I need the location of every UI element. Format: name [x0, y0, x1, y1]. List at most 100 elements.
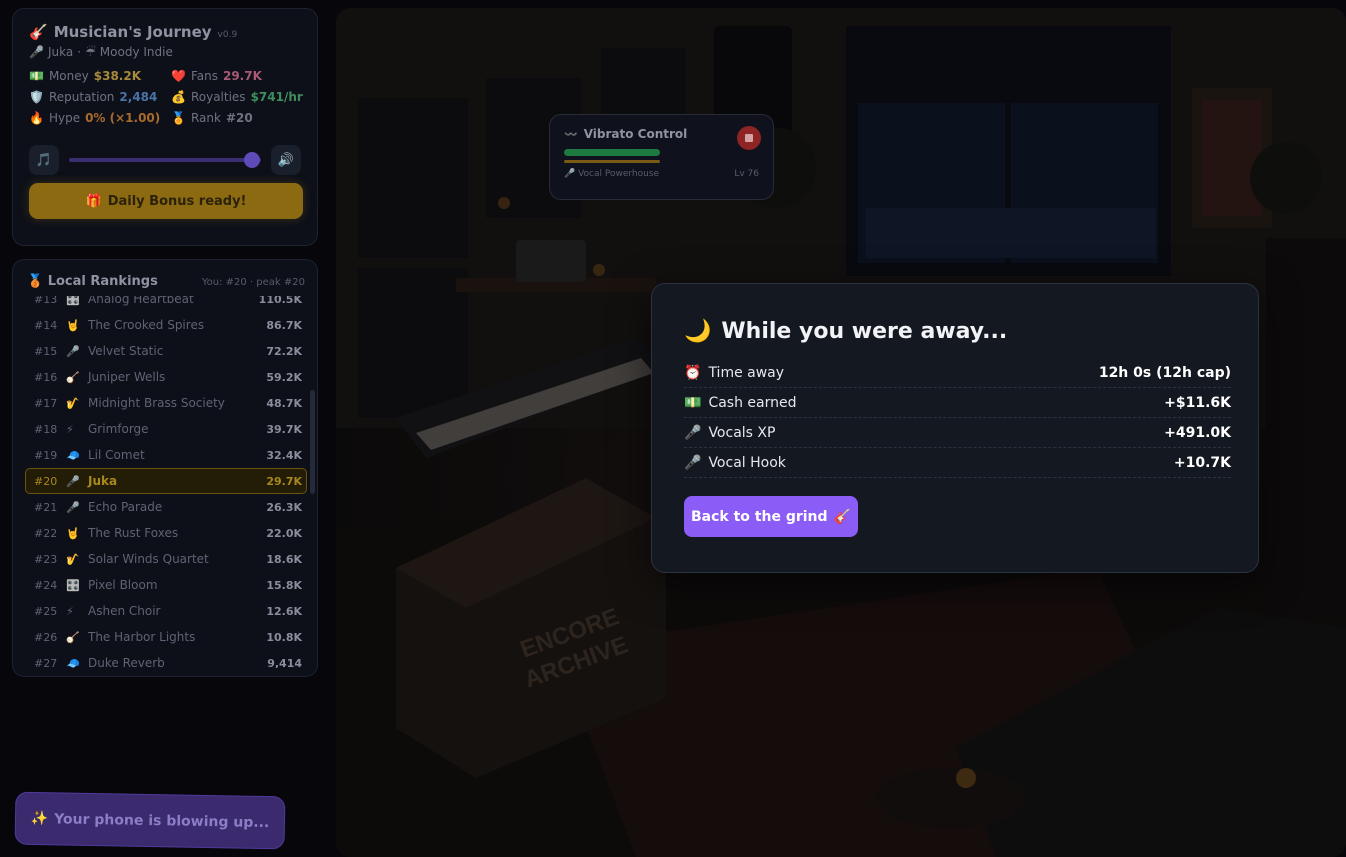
stat-fans: ❤️ Fans 29.7K: [171, 69, 311, 83]
ranking-row[interactable]: #17 🎷 Midnight Brass Society 48.7K: [25, 390, 307, 416]
ranking-position: #17: [34, 396, 58, 410]
music-toggle-button[interactable]: 🎵: [29, 145, 59, 175]
ranking-artist-name: Analog Heartbeat: [88, 296, 194, 306]
ranking-fans: 18.6K: [266, 552, 302, 566]
moon-icon: 🌙: [684, 318, 712, 344]
modal-title: 🌙 While you were away...: [684, 314, 1228, 348]
skill-level: Lv 76: [734, 169, 759, 179]
ranking-position: #19: [34, 448, 58, 462]
ranking-fans: 86.7K: [266, 318, 302, 332]
stat-value: $38.2K: [93, 69, 142, 83]
ranking-row[interactable]: #13 🎛️ Analog Heartbeat 110.5K: [25, 296, 307, 312]
rankings-list-inner: #13 🎛️ Analog Heartbeat 110.5K #14 🤘 The Crook…: [25, 296, 307, 668]
ranking-fans: 22.0K: [266, 526, 302, 540]
stat-value: 29.7K: [222, 69, 262, 83]
summary-value: 12h 0s (12h cap): [1098, 364, 1231, 381]
cash-icon: 💵: [684, 394, 702, 411]
ranking-artist-name: Solar Winds Quartet: [88, 552, 209, 566]
modal-title-text: While you were away...: [721, 318, 1008, 344]
ranking-position: #24: [34, 578, 58, 592]
artist-genre-icon: 🎷: [66, 396, 80, 410]
stat-money: 💵 Money $38.2K: [29, 69, 171, 83]
ranking-row[interactable]: #24 🎛️ Pixel Bloom 15.8K: [25, 572, 307, 598]
ranking-position: #13: [34, 296, 58, 306]
ranking-row[interactable]: #23 🎷 Solar Winds Quartet 18.6K: [25, 546, 307, 572]
daily-bonus-button[interactable]: 🎁 Daily Bonus ready!: [29, 183, 303, 219]
artist-genre-icon: 🎷: [66, 552, 80, 566]
ranking-row[interactable]: #14 🤘 The Crooked Spires 86.7K: [25, 312, 307, 338]
phone-notification-button[interactable]: ✨ Your phone is blowing up...: [14, 791, 286, 850]
ranking-row[interactable]: #15 🎤 Velvet Static 72.2K: [25, 338, 307, 364]
ranking-row[interactable]: #25 ⚡ Ashen Choir 12.6K: [25, 598, 307, 624]
version-label: v0.9: [217, 30, 238, 40]
mute-button[interactable]: 🔊: [271, 145, 301, 175]
ranking-row[interactable]: #27 🧢 Duke Reverb 9,414: [25, 650, 307, 668]
stop-training-button[interactable]: [737, 126, 761, 150]
fire-icon: 🔥: [29, 111, 44, 125]
guitar-icon: 🎸: [833, 508, 851, 525]
stat-reputation: 🛡️ Reputation 2,484: [29, 90, 171, 104]
medal-icon: 🏅: [171, 111, 186, 125]
status-panel: 🎸 Musician's Journey v0.9 🎤 Juka · ☔ Moo…: [12, 8, 318, 246]
artist-genre-icon: ⚡: [66, 604, 74, 618]
ranking-position: #21: [34, 500, 58, 514]
stat-label: Reputation: [48, 90, 115, 104]
ranking-artist-name: The Rust Foxes: [88, 526, 179, 540]
wave-icon: 〰️: [564, 127, 578, 141]
stat-label: Hype: [48, 111, 81, 125]
rankings-title-text: Local Rankings: [47, 274, 158, 289]
shield-icon: 🛡️: [29, 90, 44, 104]
stat-label: Fans: [190, 69, 218, 83]
volume-slider[interactable]: [69, 150, 261, 170]
phone-notification-label: Your phone is blowing up...: [54, 810, 270, 831]
speaker-icon: 🔊: [277, 152, 295, 168]
volume-track: [69, 158, 261, 162]
ranking-row-current-player[interactable]: #20 🎤 Juka 29.7K: [25, 468, 307, 494]
ranking-row[interactable]: #21 🎤 Echo Parade 26.3K: [25, 494, 307, 520]
rankings-header: 🥉 Local Rankings You: #20 · peak #20: [13, 260, 317, 296]
ranking-artist-name: Echo Parade: [88, 500, 163, 514]
rankings-panel: 🥉 Local Rankings You: #20 · peak #20 #13…: [12, 259, 318, 677]
rankings-scrollbar[interactable]: [310, 390, 315, 494]
summary-label: Cash earned: [708, 394, 797, 411]
ranking-artist-name: Duke Reverb: [88, 656, 165, 668]
skill-training-card: 〰️ Vibrato Control 🎤 Vocal Powerhouse Lv…: [549, 114, 774, 200]
ranking-row[interactable]: #18 ⚡ Grimforge 39.7K: [25, 416, 307, 442]
artist-genre-icon: 🤘: [66, 318, 80, 332]
ranking-row[interactable]: #22 🤘 The Rust Foxes 22.0K: [25, 520, 307, 546]
artist-genre-icon: 🪕: [66, 370, 80, 384]
ranking-position: #26: [34, 630, 58, 644]
volume-knob[interactable]: [243, 152, 260, 168]
ranking-position: #25: [34, 604, 58, 618]
skill-progress-bar: [564, 149, 660, 156]
summary-row-time: ⏰ Time away 12h 0s (12h cap): [684, 358, 1231, 388]
artist-genre-icon: 🎤: [66, 344, 80, 358]
artist-genre-icon: ⚡: [66, 422, 74, 436]
back-to-grind-button[interactable]: Back to the grind 🎸: [684, 496, 858, 537]
money-bag-icon: 💰: [171, 90, 186, 104]
stat-value: $741/hr: [250, 90, 303, 104]
ranking-row[interactable]: #26 🪕 The Harbor Lights 10.8K: [25, 624, 307, 650]
ranking-fans: 12.6K: [266, 604, 302, 618]
alarm-clock-icon: ⏰: [684, 364, 702, 381]
ranking-fans: 15.8K: [266, 578, 302, 592]
ranking-row[interactable]: #16 🪕 Juniper Wells 59.2K: [25, 364, 307, 390]
stat-label: Rank: [190, 111, 221, 125]
back-to-grind-label: Back to the grind: [691, 508, 828, 525]
summary-value: +10.7K: [1173, 454, 1231, 471]
stats-grid: 💵 Money $38.2K ❤️ Fans 29.7K 🛡️ Reputati…: [29, 69, 303, 125]
ranking-fans: 110.5K: [258, 296, 302, 306]
skill-category: 🎤 Vocal Powerhouse: [564, 169, 659, 179]
artist-genre-icon: 🎤: [66, 500, 80, 514]
audio-controls: 🎵 🔊: [29, 145, 301, 175]
rankings-list[interactable]: #13 🎛️ Analog Heartbeat 110.5K #14 🤘 The Crook…: [25, 296, 307, 668]
rankings-summary: You: #20 · peak #20: [201, 277, 305, 288]
summary-row-vocals-xp: 🎤 Vocals XP +491.0K: [684, 418, 1231, 448]
summary-label: Vocal Hook: [708, 454, 786, 471]
ranking-fans: 59.2K: [266, 370, 302, 384]
ranking-position: #20: [34, 474, 58, 488]
summary-row-vocal-hook: 🎤 Vocal Hook +10.7K: [684, 448, 1231, 478]
artist-genre-icon: 🧢: [66, 656, 80, 669]
ranking-row[interactable]: #19 🧢 Lil Comet 32.4K: [25, 442, 307, 468]
ranking-fans: 72.2K: [266, 344, 302, 358]
